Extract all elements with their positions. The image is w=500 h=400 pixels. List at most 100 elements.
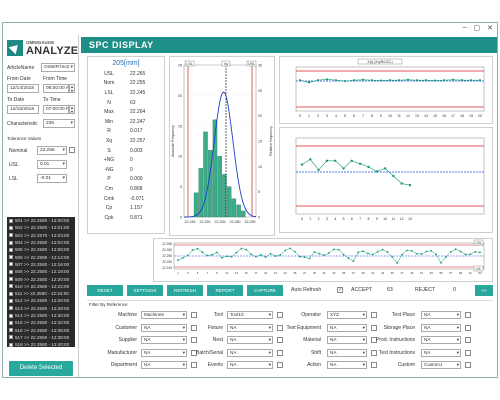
stat-key: Nom — [103, 80, 115, 87]
delete-selected-button[interactable]: Delete Selected — [9, 361, 73, 376]
close-icon[interactable]: ✕ — [487, 24, 493, 32]
refresh-button[interactable]: REFRESH — [167, 285, 203, 296]
settings-button[interactable]: SETTINGS — [127, 285, 163, 296]
filter-select[interactable]: NA — [227, 361, 273, 369]
list-item[interactable]: 510 >> 22.2580 - 12:22:00 — [7, 283, 75, 290]
list-item[interactable]: 509 >> 22.2580 - 12:20:00 — [7, 275, 75, 282]
list-item-checkbox[interactable] — [9, 284, 13, 289]
nominal-select[interactable]: 22.255 — [37, 146, 67, 155]
stat-key: R — [107, 128, 111, 135]
x-tick-label: 23 — [284, 271, 288, 275]
article-select[interactable]: OSWR7ec0 — [41, 63, 75, 72]
list-item-label: 507 >> 22.2580 - 12:16:00 — [15, 261, 70, 267]
list-item[interactable]: 511 >> 22.2580 - 12:24:00 — [7, 290, 75, 297]
from-time-field[interactable]: 08:00:00 AM — [43, 84, 69, 93]
x-tick-label: 14 — [424, 114, 428, 118]
filter-select[interactable]: NA — [327, 361, 367, 369]
filter-select[interactable]: NA — [327, 336, 367, 344]
list-item-checkbox[interactable] — [9, 277, 13, 282]
list-item[interactable]: 518 >> 22.2580 - 12:40:00 — [7, 341, 75, 347]
filter-select[interactable]: NA — [227, 336, 273, 344]
next-button[interactable]: >> — [475, 285, 493, 296]
list-item[interactable]: 506 >> 22.2580 - 12:14:00 — [7, 253, 75, 260]
stat-key: Min — [104, 118, 114, 125]
y2-tick-label: 10 — [258, 165, 262, 169]
filter-select[interactable]: XYZ — [327, 311, 367, 319]
to-date-field[interactable]: 12/15/2018 — [7, 105, 39, 114]
list-item[interactable]: 507 >> 22.2580 - 12:16:00 — [7, 261, 75, 268]
usl-select[interactable]: 0.01 — [37, 160, 67, 169]
list-item[interactable]: 505 >> 22.2580 - 12:06:00 — [7, 246, 75, 253]
x-tick-label: 8 — [371, 114, 373, 118]
filter-select[interactable]: Tool10 — [227, 311, 273, 319]
list-item[interactable]: 515 >> 22.2580 - 12:32:00 — [7, 319, 75, 326]
stat-row: S 0.003 — [92, 146, 164, 156]
filter-checkbox[interactable] — [465, 362, 471, 368]
filter-checkbox[interactable] — [465, 349, 471, 356]
filter-select[interactable]: NA — [421, 323, 461, 332]
list-item-checkbox[interactable] — [9, 313, 13, 318]
usl-legend: USL — [248, 62, 255, 66]
filter-select[interactable]: NA — [327, 323, 367, 332]
characteristic-select[interactable]: 235 — [43, 119, 75, 128]
run-chart-panel: 22.265 22.260 22.255 22.250 22.245 1 3 5 7 9 11 13 1… — [153, 238, 493, 282]
list-item[interactable]: 512 >> 22.2580 - 12:26:00 — [7, 297, 75, 304]
stat-value: 0 — [130, 157, 133, 164]
filter-checkbox[interactable] — [465, 324, 471, 331]
x-tick-label: 5 — [344, 114, 346, 118]
filter-select[interactable]: Custom1 — [421, 361, 461, 369]
from-date-field[interactable]: 12/14/2018 — [7, 84, 39, 93]
list-item-checkbox[interactable] — [9, 255, 13, 260]
minimize-icon[interactable]: – — [463, 24, 467, 32]
list-item-checkbox[interactable] — [9, 335, 13, 340]
list-item-checkbox[interactable] — [9, 262, 13, 267]
filter-select[interactable]: NA — [227, 323, 273, 332]
list-item[interactable]: 514 >> 22.2580 - 12:30:00 — [7, 312, 75, 319]
list-item-checkbox[interactable] — [9, 298, 13, 303]
stat-row: Cmk -0.071 — [92, 194, 164, 204]
auto-refresh-checkbox[interactable]: ✓ — [337, 287, 343, 293]
filter-checkbox[interactable] — [465, 312, 471, 318]
list-item-checkbox[interactable] — [9, 291, 13, 296]
list-item-checkbox[interactable] — [9, 320, 13, 325]
filter-select[interactable]: NA — [421, 311, 461, 319]
stat-key: Max — [104, 109, 114, 116]
filter-select[interactable]: NA — [421, 348, 461, 357]
list-item-checkbox[interactable] — [9, 269, 13, 274]
list-item-checkbox[interactable] — [9, 247, 13, 252]
x-tick-label: 22.255 — [215, 220, 226, 224]
stat-value: 22.264 — [130, 109, 146, 116]
list-item[interactable]: 513 >> 22.2580 - 12:28:00 — [7, 305, 75, 312]
nominal-checkbox[interactable] — [69, 147, 75, 153]
to-time-spinner[interactable]: ▴ ▾ — [69, 105, 75, 114]
list-item[interactable]: 501 >> 22.2580 - 12:00:00 — [7, 217, 75, 224]
filter-select[interactable]: NA — [327, 348, 367, 357]
filter-panel: Filter By Reference MachineMachine5Custo… — [87, 300, 493, 377]
list-item[interactable]: 516 >> 22.2580 - 12:36:00 — [7, 326, 75, 333]
list-item-checkbox[interactable] — [9, 342, 13, 347]
filter-checkbox[interactable] — [465, 337, 471, 343]
filter-select[interactable]: NA — [227, 348, 273, 357]
list-item-checkbox[interactable] — [9, 328, 13, 333]
to-time-field[interactable]: 07:00:00 PM — [43, 105, 69, 114]
list-item-checkbox[interactable] — [9, 233, 13, 238]
capture-button[interactable]: CAPTURE — [247, 285, 283, 296]
maximize-icon[interactable]: ▢ — [474, 24, 481, 32]
reset-button[interactable]: RESET — [87, 285, 123, 296]
list-item[interactable]: 504 >> 22.2580 - 12:04:00 — [7, 239, 75, 246]
lsl-select[interactable]: -0.01 — [37, 174, 67, 183]
list-item-checkbox[interactable] — [9, 218, 13, 223]
report-button[interactable]: REPORT — [207, 285, 243, 296]
list-item[interactable]: 502 >> 22.2580 - 12:01:00 — [7, 224, 75, 231]
from-time-spinner[interactable]: ▴ ▾ — [69, 84, 75, 93]
list-item-checkbox[interactable] — [9, 225, 13, 230]
list-item[interactable]: 517 >> 22.2560 - 12:38:00 — [7, 334, 75, 341]
list-item[interactable]: 508 >> 22.2580 - 12:19:00 — [7, 268, 75, 275]
x-tick-label: 13 — [408, 217, 412, 221]
filter-select[interactable]: NA — [421, 336, 461, 344]
y-tick-label: 22.245 — [162, 266, 172, 270]
list-item-checkbox[interactable] — [9, 306, 13, 311]
list-item-checkbox[interactable] — [9, 240, 13, 245]
measurement-list[interactable]: 501 >> 22.2580 - 12:00:00 502 >> 22.2580 … — [7, 217, 75, 347]
list-item[interactable]: 503 >> 22.2570 - 12:03:00 — [7, 232, 75, 239]
